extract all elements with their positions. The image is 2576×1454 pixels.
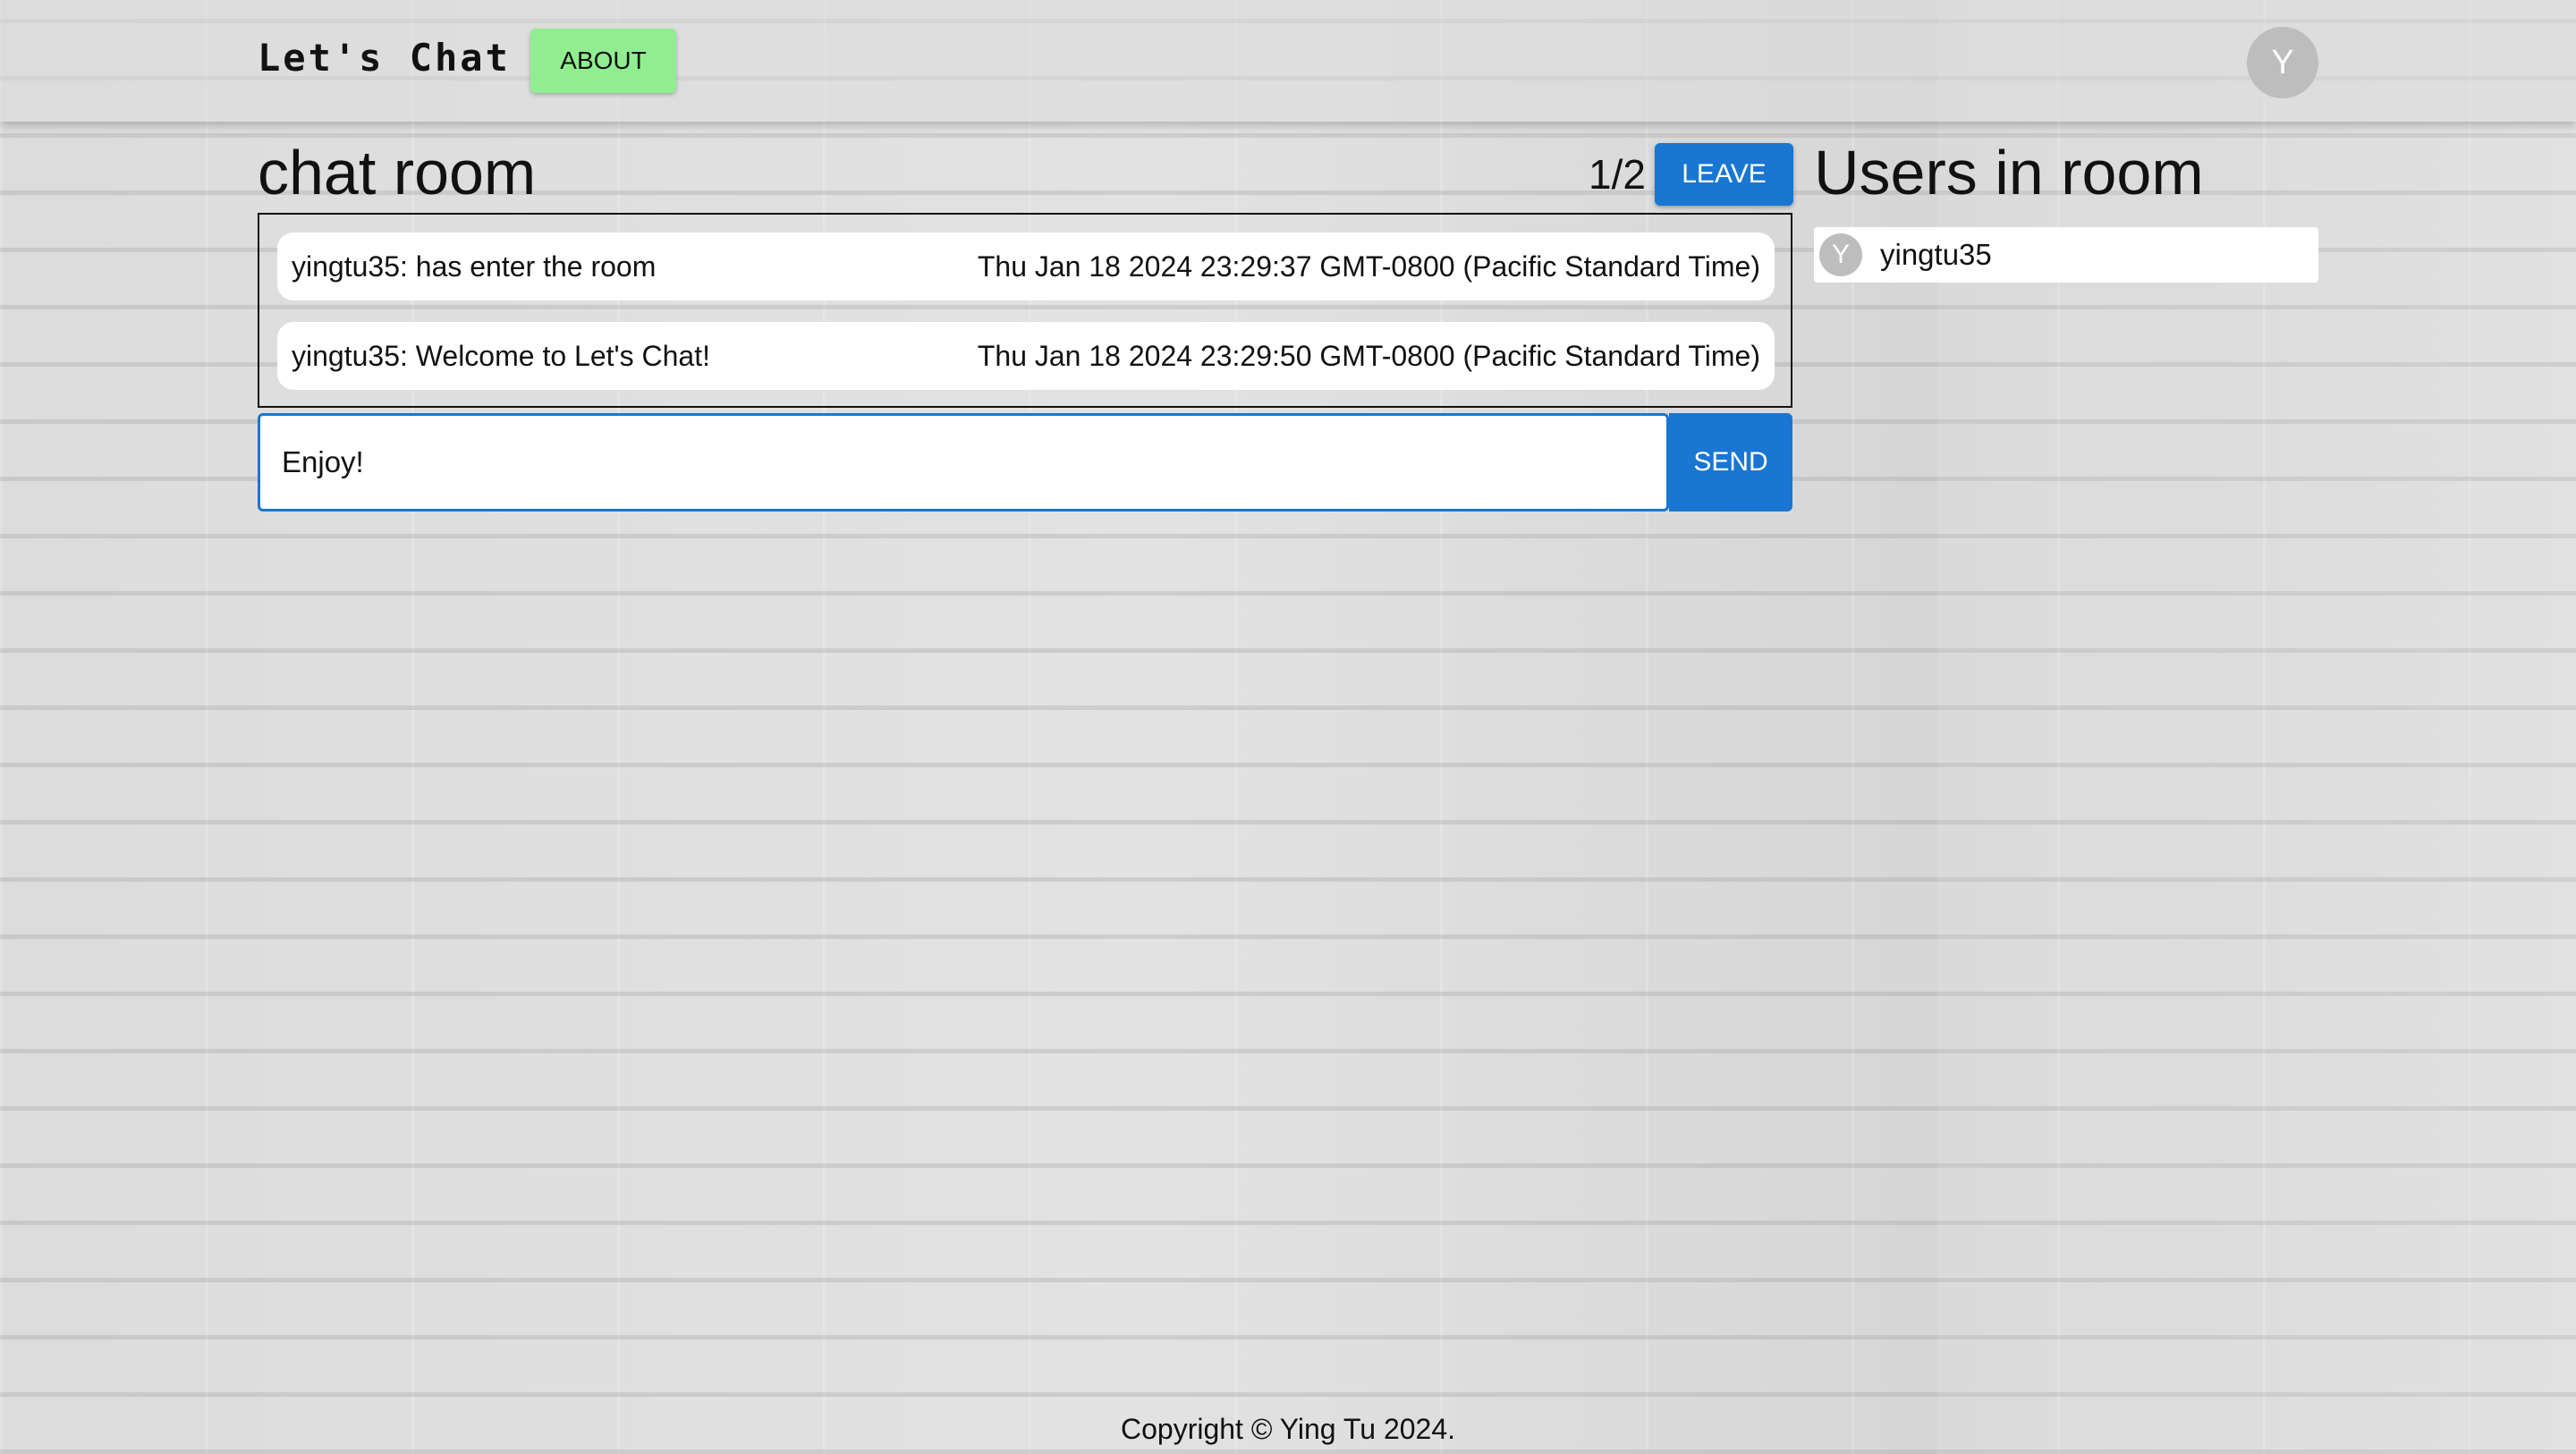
message-item: yingtu35: has enter the room Thu Jan 18 … (277, 232, 1775, 300)
leave-button[interactable]: LEAVE (1655, 143, 1793, 206)
send-button[interactable]: SEND (1669, 413, 1792, 511)
message-input-field[interactable] (258, 413, 1669, 511)
app-title: Let's Chat (258, 36, 511, 80)
user-avatar-button[interactable]: Y (2247, 27, 2318, 98)
message-timestamp: Thu Jan 18 2024 23:29:37 GMT-0800 (Pacif… (977, 249, 1760, 283)
message-item: yingtu35: Welcome to Let's Chat! Thu Jan… (277, 322, 1775, 390)
chat-room-title: chat room (258, 138, 537, 207)
background-wall (1937, 0, 2576, 1454)
room-occupancy-count: 1/2 (1589, 151, 1646, 198)
message-text: yingtu35: Welcome to Let's Chat! (292, 339, 710, 372)
users-in-room-title: Users in room (1814, 138, 2204, 207)
message-timestamp: Thu Jan 18 2024 23:29:50 GMT-0800 (Pacif… (977, 339, 1760, 372)
user-name: yingtu35 (1880, 238, 1992, 271)
user-avatar: Y (1819, 233, 1862, 276)
message-list[interactable]: yingtu35: has enter the room Thu Jan 18 … (258, 213, 1792, 408)
app-bar: Let's Chat ABOUT Y (0, 0, 2576, 122)
user-list-item[interactable]: Y yingtu35 (1814, 227, 2318, 283)
footer-copyright: Copyright © Ying Tu 2024. (1120, 1413, 1456, 1445)
message-input[interactable] (260, 416, 1666, 509)
about-button[interactable]: ABOUT (530, 29, 676, 93)
message-text: yingtu35: has enter the room (292, 249, 657, 283)
